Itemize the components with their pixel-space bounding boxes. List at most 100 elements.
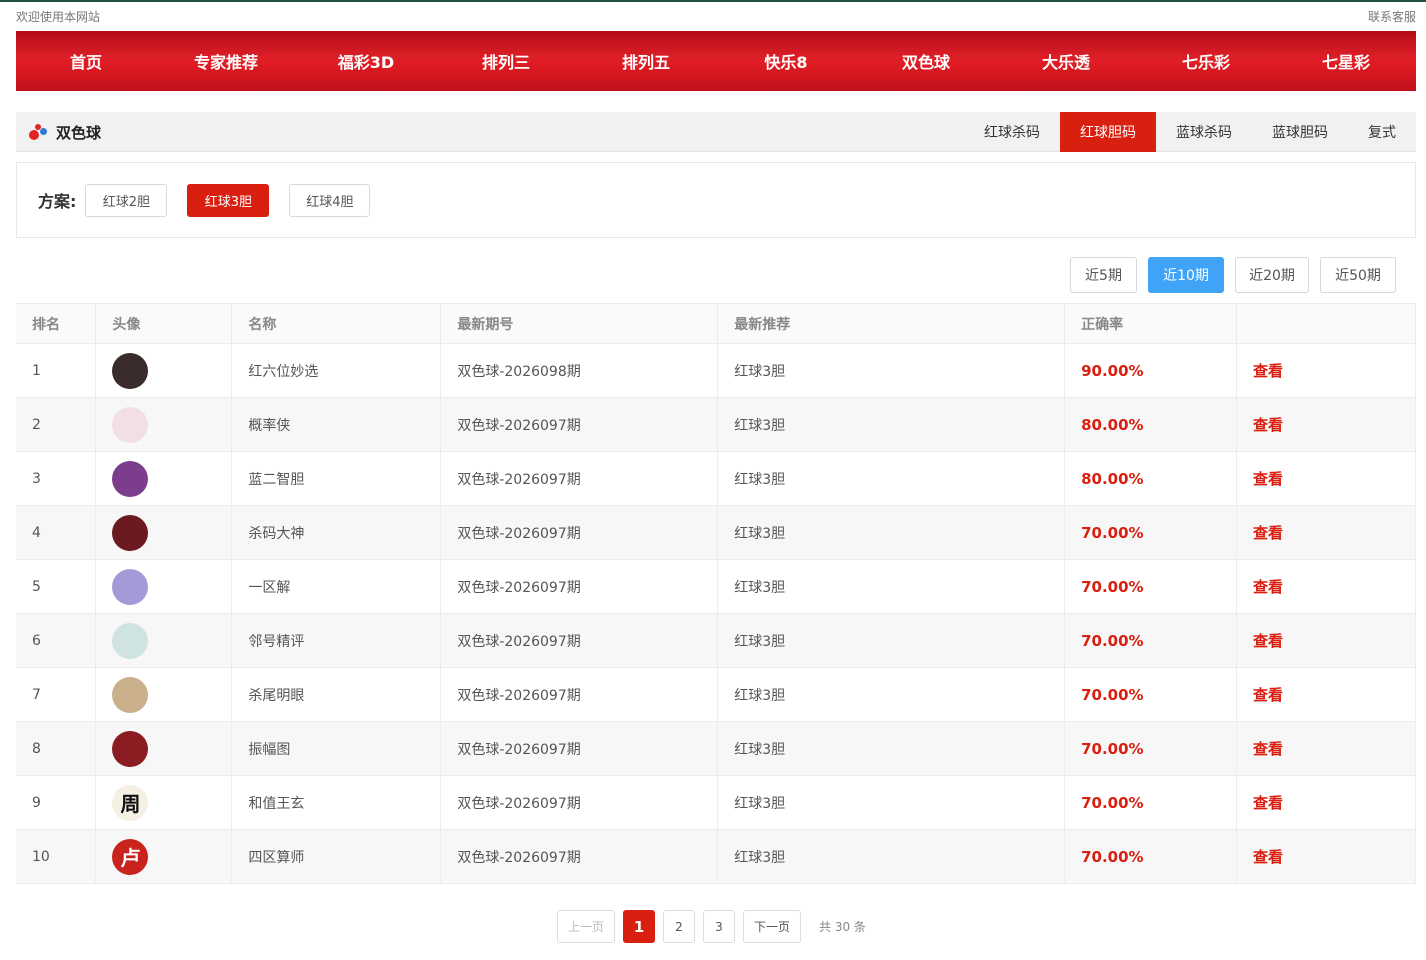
- plan-selector: 方案: 红球2胆 红球3胆 红球4胆: [16, 162, 1416, 238]
- nav-item[interactable]: 双色球: [856, 31, 996, 91]
- period-filter: 近5期 近10期 近20期 近50期: [1059, 257, 1396, 293]
- section-header: 双色球 红球杀码 红球胆码 蓝球杀码 蓝球胆码 复式: [16, 112, 1416, 152]
- view-link[interactable]: 查看: [1236, 397, 1416, 452]
- avatar-cell: [95, 505, 233, 560]
- issue-cell: 双色球-2026097期: [440, 505, 719, 560]
- nav-item[interactable]: 排列三: [436, 31, 576, 91]
- view-link[interactable]: 查看: [1236, 613, 1416, 668]
- name-cell: 概率侠: [231, 397, 442, 452]
- plan-option-active[interactable]: 红球3胆: [187, 183, 270, 217]
- avatar-cell: [95, 721, 233, 776]
- recommend-cell: 红球3胆: [717, 559, 1066, 614]
- issue-cell: 双色球-2026097期: [440, 613, 719, 668]
- rank-cell: 2: [16, 397, 97, 452]
- rank-cell: 6: [16, 613, 97, 668]
- prev-page-button[interactable]: 上一页: [557, 910, 615, 943]
- col-avatar: 头像: [95, 303, 233, 344]
- rank-cell: 10: [16, 829, 97, 884]
- nav-item[interactable]: 大乐透: [996, 31, 1136, 91]
- ranking-table: 排名 头像 名称 最新期号 最新推荐 正确率 1 红六位妙选 双色球-2026098…: [16, 303, 1416, 884]
- nav-item[interactable]: 福彩3D: [296, 31, 436, 91]
- rate-cell: 70.00%: [1064, 667, 1238, 722]
- section-title-wrap: 双色球: [28, 112, 101, 152]
- nav-item[interactable]: 排列五: [576, 31, 716, 91]
- avatar: 周: [112, 784, 149, 821]
- avatar-cell: [95, 613, 233, 668]
- avatar-cell: [95, 343, 233, 398]
- rate-cell: 70.00%: [1064, 775, 1238, 830]
- plan-option[interactable]: 红球2胆: [85, 183, 168, 217]
- nav-item[interactable]: 七乐彩: [1136, 31, 1276, 91]
- plan-label: 方案:: [38, 192, 77, 211]
- avatar-cell: [95, 667, 233, 722]
- period-option[interactable]: 近50期: [1320, 257, 1396, 293]
- rate-cell: 80.00%: [1064, 451, 1238, 506]
- name-cell: 蓝二智胆: [231, 451, 442, 506]
- avatar-cell: [95, 451, 233, 506]
- period-option-active[interactable]: 近10期: [1148, 257, 1224, 293]
- page-number[interactable]: 3: [703, 910, 735, 943]
- contact-link[interactable]: 联系客服: [1368, 8, 1416, 25]
- issue-cell: 双色球-2026097期: [440, 667, 719, 722]
- view-link[interactable]: 查看: [1236, 451, 1416, 506]
- view-link[interactable]: 查看: [1236, 343, 1416, 398]
- rank-cell: 7: [16, 667, 97, 722]
- col-rank: 排名: [16, 303, 97, 344]
- page-number-active[interactable]: 1: [623, 910, 655, 943]
- table-row: 7 杀尾明眼 双色球-2026097期 红球3胆 70.00% 查看: [16, 667, 1416, 722]
- table-header-row: 排名 头像 名称 最新期号 最新推荐 正确率: [16, 303, 1416, 344]
- nav-item[interactable]: 七星彩: [1276, 31, 1416, 91]
- table-row: 3 蓝二智胆 双色球-2026097期 红球3胆 80.00% 查看: [16, 451, 1416, 506]
- rank-cell: 8: [16, 721, 97, 776]
- avatar-cell: 卢: [95, 829, 233, 884]
- nav-item[interactable]: 首页: [16, 31, 156, 91]
- tab-red-kill[interactable]: 红球杀码: [964, 112, 1060, 152]
- welcome-text: 欢迎使用本网站: [16, 9, 101, 24]
- view-link[interactable]: 查看: [1236, 559, 1416, 614]
- view-link[interactable]: 查看: [1236, 721, 1416, 776]
- issue-cell: 双色球-2026097期: [440, 775, 719, 830]
- view-link[interactable]: 查看: [1236, 505, 1416, 560]
- period-option[interactable]: 近20期: [1235, 257, 1309, 293]
- avatar: [112, 568, 149, 605]
- nav-item[interactable]: 专家推荐: [156, 31, 296, 91]
- tab-blue-kill[interactable]: 蓝球杀码: [1156, 112, 1252, 152]
- rank-cell: 9: [16, 775, 97, 830]
- col-issue: 最新期号: [440, 303, 719, 344]
- issue-cell: 双色球-2026097期: [440, 829, 719, 884]
- rate-cell: 80.00%: [1064, 397, 1238, 452]
- table-row: 6 邻号精评 双色球-2026097期 红球3胆 70.00% 查看: [16, 613, 1416, 668]
- plan-option[interactable]: 红球4胆: [289, 183, 371, 217]
- lottery-balls-icon: [28, 122, 48, 142]
- rate-cell: 70.00%: [1064, 721, 1238, 776]
- issue-cell: 双色球-2026098期: [440, 343, 719, 398]
- nav-item[interactable]: 快乐8: [716, 31, 856, 91]
- page-number[interactable]: 2: [663, 910, 695, 943]
- total-count: 共 30 条: [819, 920, 866, 934]
- avatar-cell: [95, 559, 233, 614]
- col-recommend: 最新推荐: [717, 303, 1066, 344]
- col-name: 名称: [231, 303, 442, 344]
- recommend-cell: 红球3胆: [717, 775, 1066, 830]
- issue-cell: 双色球-2026097期: [440, 397, 719, 452]
- avatar: 卢: [112, 838, 149, 875]
- view-link[interactable]: 查看: [1236, 775, 1416, 830]
- rate-cell: 90.00%: [1064, 343, 1238, 398]
- name-cell: 四区算师: [231, 829, 442, 884]
- table-row: 9 周 和值王玄 双色球-2026097期 红球3胆 70.00% 查看: [16, 775, 1416, 830]
- table-row: 4 杀码大神 双色球-2026097期 红球3胆 70.00% 查看: [16, 505, 1416, 560]
- view-link[interactable]: 查看: [1236, 829, 1416, 884]
- col-rate: 正确率: [1064, 303, 1238, 344]
- tab-multiple[interactable]: 复式: [1348, 112, 1416, 152]
- section-title: 双色球: [56, 123, 102, 142]
- name-cell: 一区解: [231, 559, 442, 614]
- recommend-cell: 红球3胆: [717, 505, 1066, 560]
- period-option[interactable]: 近5期: [1070, 257, 1137, 293]
- table-row: 8 振幅图 双色球-2026097期 红球3胆 70.00% 查看: [16, 721, 1416, 776]
- tab-blue-gall[interactable]: 蓝球胆码: [1252, 112, 1348, 152]
- view-link[interactable]: 查看: [1236, 667, 1416, 722]
- next-page-button[interactable]: 下一页: [743, 910, 801, 943]
- tab-red-gall[interactable]: 红球胆码: [1060, 112, 1156, 152]
- rate-cell: 70.00%: [1064, 829, 1238, 884]
- section-tabs: 红球杀码 红球胆码 蓝球杀码 蓝球胆码 复式: [964, 112, 1416, 152]
